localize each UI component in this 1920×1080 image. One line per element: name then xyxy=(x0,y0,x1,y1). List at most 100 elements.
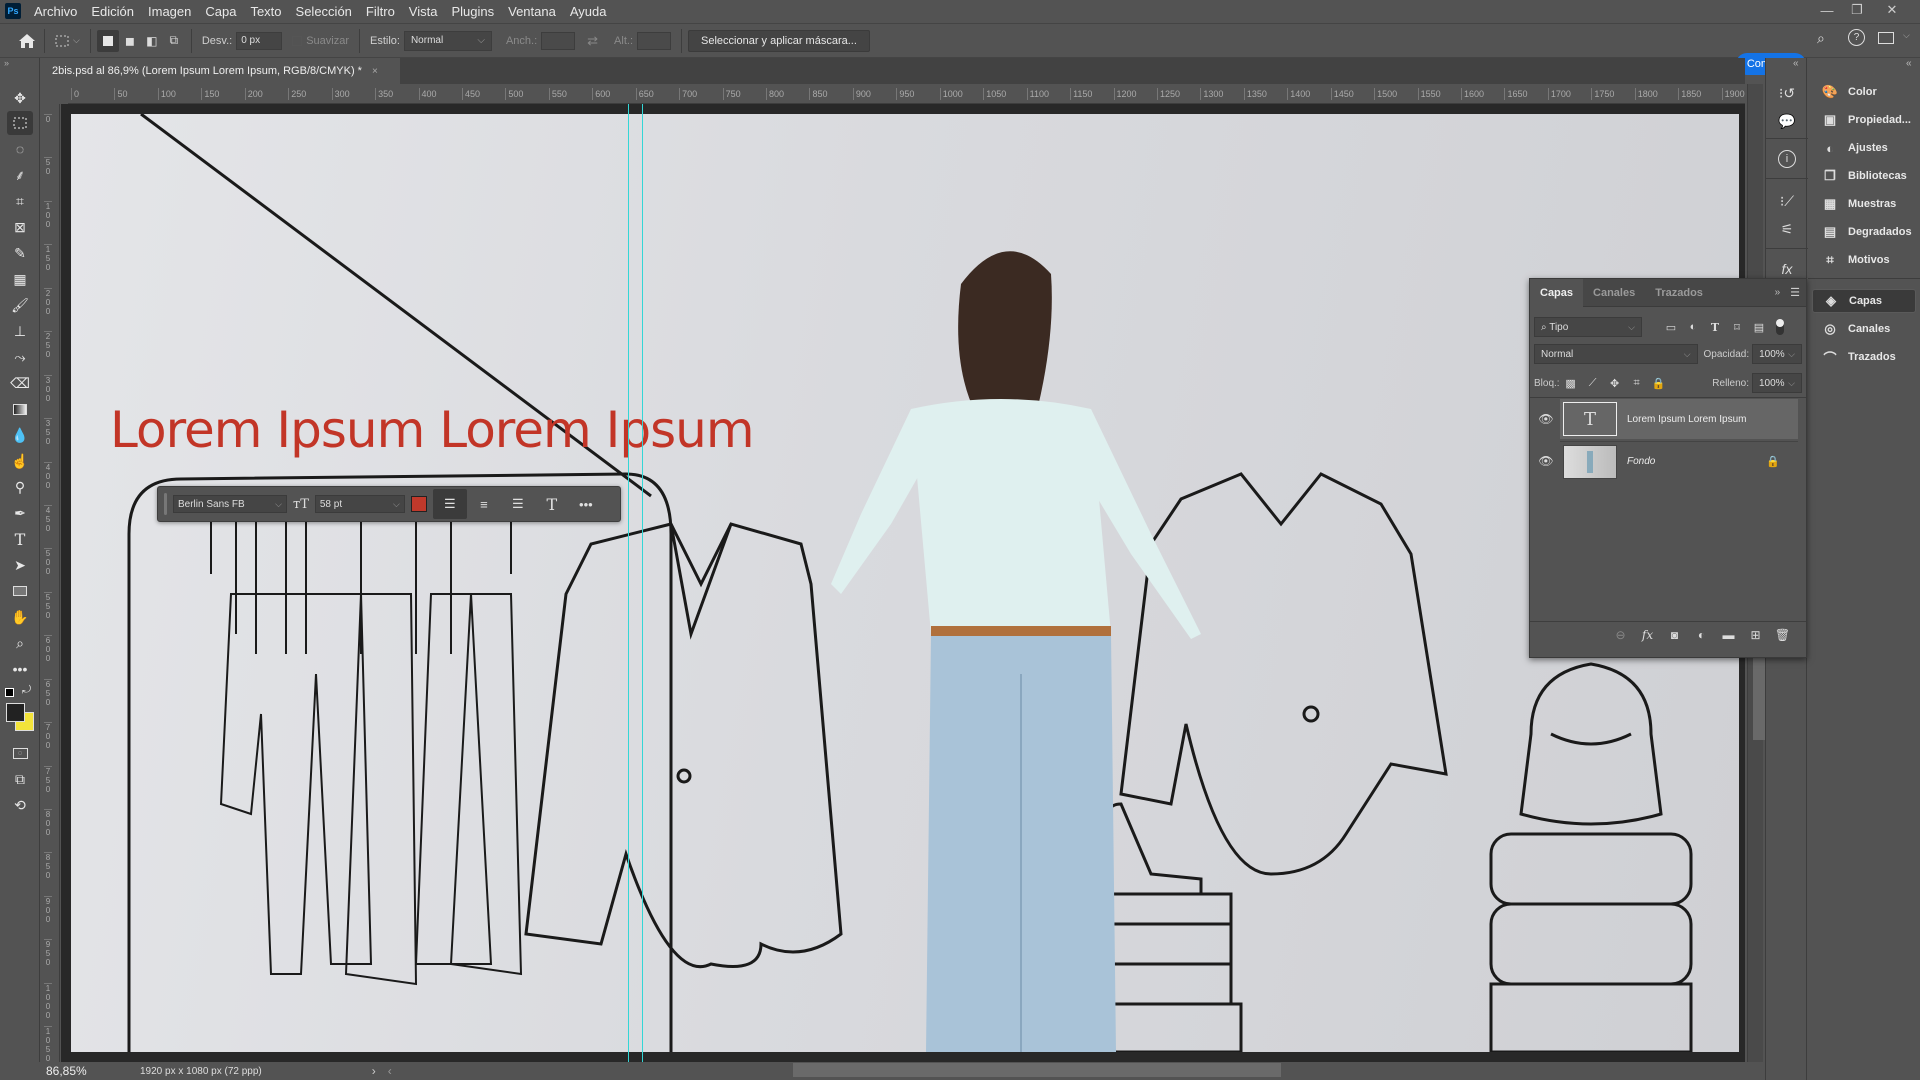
dodge-tool[interactable]: ⚲ xyxy=(7,475,33,499)
new-layer-icon[interactable]: ⊞ xyxy=(1742,628,1769,642)
panel-libraries[interactable]: ❐ Bibliotecas xyxy=(1812,164,1916,188)
tab-channels[interactable]: Canales xyxy=(1583,279,1645,307)
generative-tool[interactable]: ⟲ xyxy=(7,793,33,817)
lock-artboard-icon[interactable]: ⌗ xyxy=(1626,377,1648,390)
history-icon[interactable]: ⁝↺ xyxy=(1776,82,1798,104)
menu-texto[interactable]: Texto xyxy=(243,4,288,19)
zoom-tool[interactable]: ⌕ xyxy=(7,631,33,655)
panel-patterns[interactable]: ⌗ Motivos xyxy=(1812,248,1916,272)
lock-all-icon[interactable]: 🔒 xyxy=(1648,377,1670,390)
menu-filtro[interactable]: Filtro xyxy=(359,4,402,19)
collapse-panels-icon[interactable]: « xyxy=(1906,58,1912,69)
filter-shape-icon[interactable]: ⌑ xyxy=(1726,321,1748,334)
layer-row[interactable]: Fondo 🔒 xyxy=(1560,441,1798,481)
frame-tool[interactable]: ⊠ xyxy=(7,215,33,239)
link-layers-icon[interactable]: ⊖ xyxy=(1607,628,1634,642)
gradient-tool[interactable] xyxy=(7,397,33,421)
drag-handle[interactable] xyxy=(164,493,167,515)
height-input[interactable] xyxy=(637,31,671,50)
scroll-left-icon[interactable]: ‹ xyxy=(388,1064,392,1078)
fill-input[interactable]: 100% ⌵ xyxy=(1752,373,1802,393)
menu-ayuda[interactable]: Ayuda xyxy=(563,4,614,19)
collapse-strip-icon[interactable]: « xyxy=(1793,58,1799,69)
opacity-input[interactable]: 100% ⌵ xyxy=(1752,344,1802,364)
panel-channels[interactable]: ◎ Canales xyxy=(1812,317,1916,341)
menu-edicion[interactable]: Edición xyxy=(84,4,141,19)
tab-paths[interactable]: Trazados xyxy=(1645,279,1713,307)
panel-gradients[interactable]: ▤ Degradados xyxy=(1812,220,1916,244)
layer-name[interactable]: Fondo xyxy=(1627,456,1655,467)
comments-icon[interactable]: 💬 xyxy=(1776,110,1798,132)
headline-text-layer[interactable]: Lorem Ipsum Lorem Ipsum xyxy=(110,401,755,459)
menu-vista[interactable]: Vista xyxy=(402,4,445,19)
width-input[interactable] xyxy=(541,31,576,50)
quick-mask-button[interactable]: ◌ xyxy=(7,741,33,765)
swap-icon[interactable]: ⇄ xyxy=(587,33,598,49)
close-tab-icon[interactable]: × xyxy=(372,66,378,77)
menu-archivo[interactable]: Archivo xyxy=(27,4,84,19)
panel-layers[interactable]: ◈ Capas xyxy=(1812,289,1916,313)
home-button[interactable] xyxy=(16,30,38,52)
hand-tool[interactable]: ✋ xyxy=(7,605,33,629)
visibility-eye-icon[interactable]: 👁 xyxy=(1538,399,1554,439)
help-icon[interactable]: ? xyxy=(1848,29,1865,46)
visibility-eye-icon[interactable]: 👁 xyxy=(1538,441,1554,481)
brush-tool[interactable]: 🖌 xyxy=(7,293,33,317)
restore-button[interactable]: ❐ xyxy=(1843,0,1871,20)
more-options-button[interactable]: ••• xyxy=(569,489,603,519)
lock-pixels-icon[interactable]: ⟋ xyxy=(1582,377,1604,390)
menu-seleccion[interactable]: Selección xyxy=(289,4,359,19)
close-window-button[interactable]: ✕ xyxy=(1878,0,1906,20)
menu-imagen[interactable]: Imagen xyxy=(141,4,198,19)
eyedropper-tool[interactable]: ✎ xyxy=(7,241,33,265)
foreground-color-swatch[interactable] xyxy=(6,703,25,722)
align-right-button[interactable]: ☰ xyxy=(501,489,535,519)
chevron-down-icon[interactable]: ⌵ xyxy=(73,35,80,46)
subtract-selection-button[interactable]: ◧ xyxy=(141,30,163,52)
delete-layer-icon[interactable]: 🗑 xyxy=(1769,628,1796,642)
font-family-select[interactable]: Berlin Sans FB ⌵ xyxy=(173,495,287,513)
move-tool[interactable]: ✥ xyxy=(7,86,33,110)
screen-mode-button[interactable]: ⧉ xyxy=(7,767,33,791)
chevron-down-icon[interactable]: ⌵ xyxy=(1903,30,1910,41)
text-options-button[interactable]: T xyxy=(535,489,569,519)
tool-presets-icon[interactable]: ⚟ xyxy=(1776,218,1798,240)
panel-properties[interactable]: ▣ Propiedad... xyxy=(1812,108,1916,132)
text-color-swatch[interactable] xyxy=(410,496,427,512)
history-brush-tool[interactable]: ⤳ xyxy=(7,345,33,369)
expand-toolbar-icon[interactable]: » xyxy=(4,58,9,68)
brush-settings-icon[interactable]: ⁝⟋ xyxy=(1776,190,1798,212)
info-icon[interactable]: i xyxy=(1778,150,1796,168)
menu-ventana[interactable]: Ventana xyxy=(501,4,563,19)
lock-transparent-icon[interactable]: ▩ xyxy=(1560,377,1582,390)
minimize-button[interactable]: — xyxy=(1813,0,1841,20)
add-selection-button[interactable]: ◼ xyxy=(119,30,141,52)
pen-tool[interactable]: ✒ xyxy=(7,501,33,525)
filter-adjustment-icon[interactable]: ◐ xyxy=(1682,321,1704,333)
guide-line[interactable] xyxy=(628,104,629,1062)
crop-tool[interactable]: ⌗ xyxy=(7,189,33,213)
blur-tool[interactable]: 💧 xyxy=(7,423,33,447)
default-colors-icon[interactable] xyxy=(5,688,14,697)
panel-adjustments[interactable]: ◐ Ajustes xyxy=(1812,136,1916,160)
font-size-select[interactable]: 58 pt ⌵ xyxy=(314,495,405,513)
layer-filter-select[interactable]: ⌕ Tipo ⌵ xyxy=(1534,317,1642,337)
panel-paths[interactable]: ⌒ Trazados xyxy=(1812,345,1916,369)
rectangle-tool[interactable] xyxy=(7,579,33,603)
swap-colors-icon[interactable]: ⤾ xyxy=(22,684,31,697)
guide-line[interactable] xyxy=(642,104,643,1062)
panel-swatches[interactable]: ▦ Muestras xyxy=(1812,192,1916,216)
lasso-tool[interactable]: ◌ xyxy=(7,137,33,161)
lock-position-icon[interactable]: ✥ xyxy=(1604,377,1626,390)
style-select[interactable]: Normal ⌵ xyxy=(403,30,492,51)
blend-mode-select[interactable]: Normal ⌵ xyxy=(1534,344,1698,364)
path-selection-tool[interactable]: ➤ xyxy=(7,553,33,577)
menu-plugins[interactable]: Plugins xyxy=(444,4,501,19)
healing-brush-tool[interactable]: ▦ xyxy=(7,267,33,291)
menu-capa[interactable]: Capa xyxy=(198,4,243,19)
new-adjustment-icon[interactable]: ◐ xyxy=(1688,628,1715,642)
horizontal-scroll-thumb[interactable] xyxy=(793,1063,1281,1077)
layer-style-icon[interactable]: fx xyxy=(1634,628,1661,642)
eraser-tool[interactable]: ⌫ xyxy=(7,371,33,395)
workspace-icon[interactable] xyxy=(1878,32,1894,44)
